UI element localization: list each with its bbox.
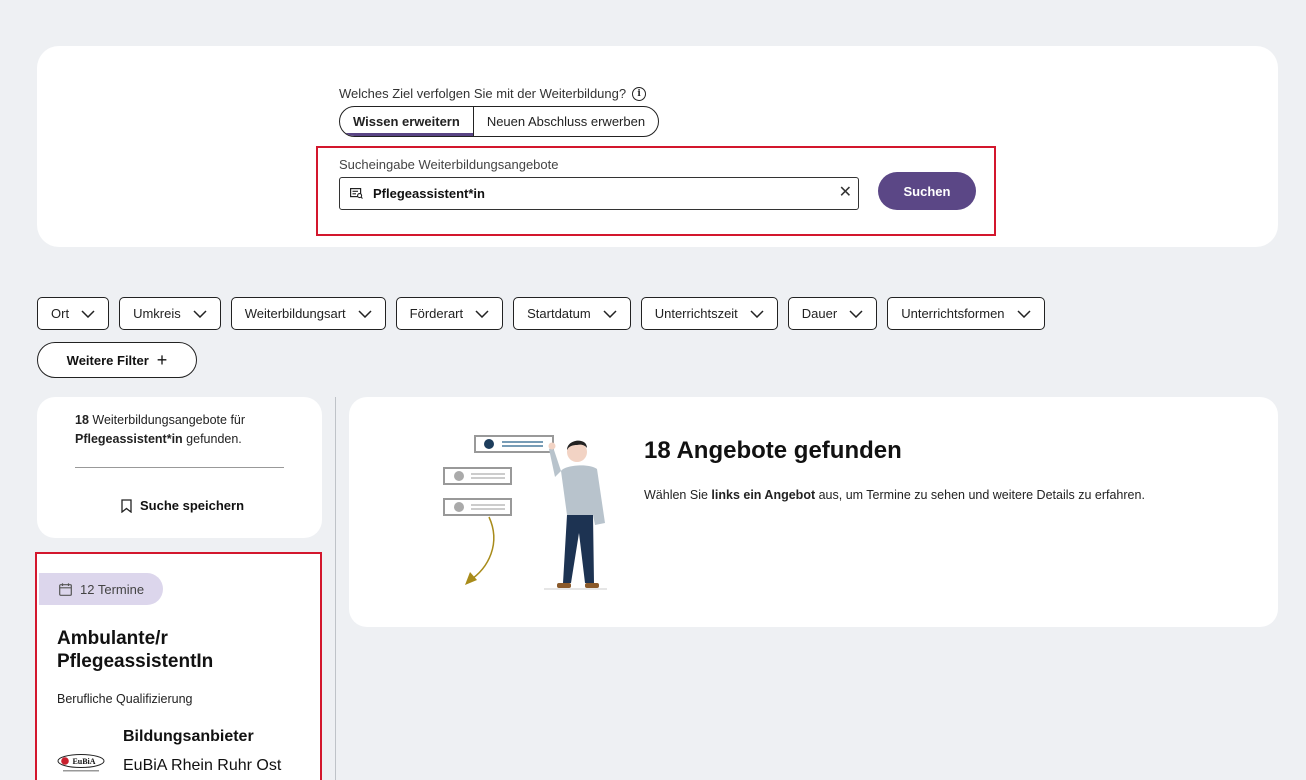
chevron-down-icon	[475, 309, 489, 318]
provider-heading: Bildungsanbieter	[123, 728, 254, 745]
filter-label: Unterrichtsformen	[901, 306, 1005, 321]
filter-unterrichtszeit[interactable]: Unterrichtszeit	[640, 297, 778, 330]
calendar-icon	[59, 582, 72, 596]
save-search-button[interactable]: Suche speichern	[121, 498, 244, 513]
chevron-down-icon	[1017, 309, 1031, 318]
summary-text-1: Weiterbildungsangebote für	[88, 413, 246, 427]
filter-label: Unterrichtszeit	[654, 306, 738, 321]
termine-count: 12 Termine	[80, 581, 145, 597]
termine-badge: 12 Termine	[39, 573, 163, 605]
search-button[interactable]: Suchen	[878, 172, 976, 210]
filter-label: Weiterbildungsart	[244, 306, 346, 321]
offer-card[interactable]: 12 Termine Ambulante/r PflegeassistentIn…	[37, 553, 322, 780]
offer-title[interactable]: Ambulante/r PflegeassistentIn	[57, 627, 307, 673]
chevron-down-icon	[81, 309, 95, 318]
filter-label: Ort	[51, 306, 70, 321]
column-divider	[335, 397, 336, 780]
summary-query: Pflegeassistent*in	[75, 432, 183, 446]
filter-weiterbildungsart[interactable]: Weiterbildungsart	[230, 297, 386, 330]
clear-icon[interactable]: ✕	[839, 185, 852, 201]
chevron-down-icon	[750, 309, 764, 318]
provider-logo-text: EuBiA	[72, 757, 95, 766]
info-icon[interactable]: i	[632, 86, 647, 101]
chevron-down-icon	[849, 309, 863, 318]
chevron-down-icon	[193, 309, 207, 318]
results-title: 18 Angebote gefunden	[644, 437, 902, 464]
results-count: 18	[75, 413, 89, 427]
summary-divider	[75, 467, 284, 468]
offer-type: Berufliche Qualifizierung	[57, 692, 193, 706]
results-summary-text: 18 Weiterbildungsangebote für Pflegeassi…	[75, 411, 295, 449]
filter-foerderart[interactable]: Förderart	[395, 297, 504, 330]
goal-option-neuen-abschluss[interactable]: Neuen Abschluss erwerben	[474, 107, 658, 136]
filter-label: Förderart	[409, 306, 464, 321]
filter-ort[interactable]: Ort	[37, 297, 110, 330]
filter-dauer[interactable]: Dauer	[787, 297, 878, 330]
plus-icon: +	[156, 350, 168, 370]
results-panel: 18 Angebote gefunden Wählen Sie links ei…	[349, 397, 1278, 627]
save-search-label: Suche speichern	[140, 498, 245, 513]
chevron-down-icon	[603, 309, 617, 318]
filter-label: Umkreis	[133, 306, 181, 321]
goal-option-wissen-erweitern[interactable]: Wissen erweitern	[340, 107, 473, 136]
goal-question: Welches Ziel verfolgen Sie mit der Weite…	[339, 86, 647, 101]
search-field[interactable]: ✕	[339, 177, 859, 210]
person-with-list-illustration	[443, 435, 607, 590]
results-description: Wählen Sie links ein Angebot aus, um Ter…	[644, 488, 1145, 502]
goal-toggle: Wissen erweitern Neuen Abschluss erwerbe…	[339, 106, 660, 137]
search-card: Welches Ziel verfolgen Sie mit der Weite…	[37, 46, 1278, 247]
search-list-icon	[350, 188, 363, 199]
summary-text-2: gefunden.	[182, 432, 242, 446]
results-desc-bold: links ein Angebot	[711, 488, 816, 502]
results-desc-suffix: aus, um Termine zu sehen und weitere Det…	[815, 488, 1145, 502]
results-summary-card: 18 Weiterbildungsangebote für Pflegeassi…	[37, 397, 322, 538]
provider-name: EuBiA Rhein Ruhr Ost	[123, 757, 282, 774]
search-input[interactable]	[373, 186, 813, 201]
filter-unterrichtsformen[interactable]: Unterrichtsformen	[887, 297, 1045, 330]
chevron-down-icon	[358, 309, 372, 318]
filter-label: Dauer	[801, 306, 838, 321]
goal-question-text: Welches Ziel verfolgen Sie mit der Weite…	[339, 86, 627, 101]
more-filters-button[interactable]: Weitere Filter +	[37, 342, 197, 378]
bookmark-icon	[121, 498, 132, 513]
filter-startdatum[interactable]: Startdatum	[513, 297, 631, 330]
search-input-label: Sucheingabe Weiterbildungsangebote	[339, 157, 559, 172]
results-desc-prefix: Wählen Sie	[644, 488, 712, 502]
filter-umkreis[interactable]: Umkreis	[119, 297, 221, 330]
filter-bar: Ort Umkreis Weiterbildungsart Förderart …	[37, 297, 1045, 330]
filter-label: Startdatum	[527, 306, 591, 321]
more-filters-label: Weitere Filter	[66, 352, 149, 368]
provider-logo: EuBiA	[57, 754, 105, 772]
